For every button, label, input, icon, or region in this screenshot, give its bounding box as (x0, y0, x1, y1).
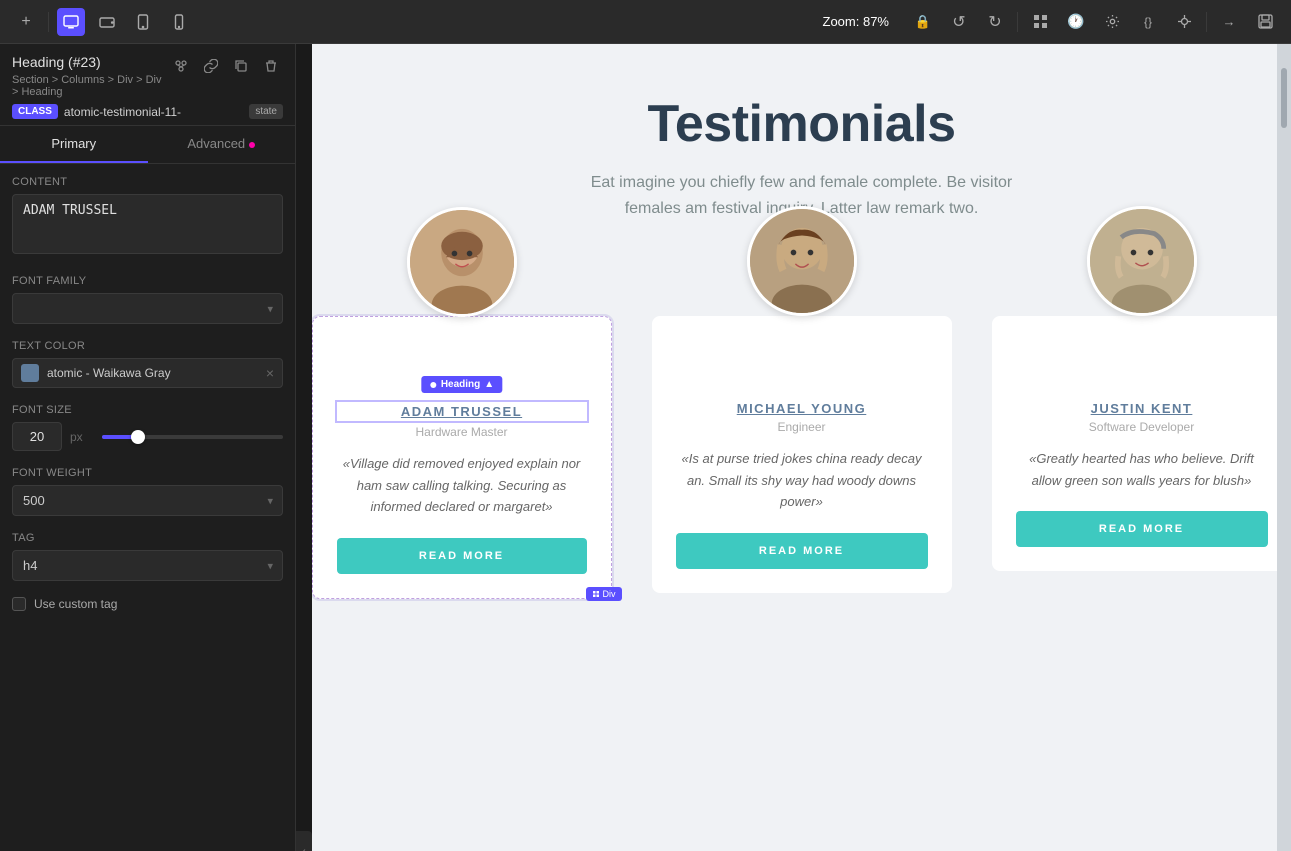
color-remove-icon[interactable]: × (266, 365, 274, 381)
left-panel: Heading (#23) Section > Columns > Div > … (0, 44, 296, 851)
font-family-field-group: Font Family (12, 275, 283, 324)
tag-field-group: Tag h4 h1 h2 h3 p (12, 532, 283, 581)
custom-tag-row: Use custom tag (12, 597, 283, 611)
card-3[interactable]: JUSTIN KENT Software Developer «Greatly … (992, 316, 1291, 571)
card-1-name[interactable]: ADAM TRUSSEL (337, 402, 587, 421)
undo-icon[interactable]: ↺ (945, 8, 973, 36)
link-icon[interactable] (199, 54, 223, 78)
card-3-name[interactable]: JUSTIN KENT (1016, 401, 1268, 416)
card-3-role: Software Developer (1016, 420, 1268, 434)
clock-icon[interactable]: 🕐 (1062, 8, 1090, 36)
scroll-thumb[interactable] (1281, 68, 1287, 128)
tab-primary[interactable]: Primary (0, 126, 148, 163)
canvas-content: Testimonials Eat imagine you chiefly few… (312, 44, 1291, 851)
div-badge: Div (586, 587, 622, 601)
avatar-1 (407, 207, 517, 317)
card-2[interactable]: MICHAEL YOUNG Engineer «Is at purse trie… (652, 316, 952, 592)
delete-icon[interactable] (259, 54, 283, 78)
breadcrumb: Section > Columns > Div > Div > Heading (12, 74, 169, 98)
desktop-icon[interactable] (57, 8, 85, 36)
panel-header: Heading (#23) Section > Columns > Div > … (0, 44, 295, 126)
cards-row: Heading ▲ ADAM TRUSSEL Hardware Master «… (372, 261, 1231, 598)
text-color-field-group: Text Color atomic - Waikawa Gray × (12, 340, 283, 388)
main-area: Heading (#23) Section > Columns > Div > … (0, 44, 1291, 851)
settings-icon[interactable] (1098, 8, 1126, 36)
add-icon[interactable]: + (12, 8, 40, 36)
crosshair-icon[interactable] (1170, 8, 1198, 36)
state-badge[interactable]: state (249, 104, 283, 119)
text-color-label: Text Color (12, 340, 283, 352)
tab-advanced[interactable]: Advanced (148, 126, 296, 163)
tablet-landscape-icon[interactable] (93, 8, 121, 36)
content-field-group: Content ADAM TRUSSEL (12, 176, 283, 259)
font-size-unit: px (70, 430, 94, 444)
font-family-select-wrapper (12, 293, 283, 324)
color-name: atomic - Waikawa Gray (47, 366, 258, 380)
font-family-label: Font Family (12, 275, 283, 287)
link-structure-icon[interactable] (169, 54, 193, 78)
card-2-quote: «Is at purse tried jokes china ready dec… (676, 448, 928, 512)
font-weight-select[interactable]: 500 400 700 (12, 485, 283, 516)
custom-tag-checkbox[interactable] (12, 597, 26, 611)
tag-select-wrapper: h4 h1 h2 h3 p (12, 550, 283, 581)
testimonials-title: Testimonials (372, 94, 1231, 154)
font-weight-select-wrapper: 500 400 700 (12, 485, 283, 516)
content-input[interactable]: ADAM TRUSSEL (12, 194, 283, 254)
panel-collapse-button[interactable]: ‹ (296, 831, 312, 851)
font-size-row: px (12, 422, 283, 451)
card-1-read-more-button[interactable]: READ MORE (337, 538, 587, 574)
color-swatch[interactable] (21, 364, 39, 382)
lock-icon[interactable]: 🔒 (909, 8, 937, 36)
tag-label: Tag (12, 532, 283, 544)
card-1[interactable]: Heading ▲ ADAM TRUSSEL Hardware Master «… (312, 316, 612, 598)
save-icon[interactable] (1251, 8, 1279, 36)
font-size-slider[interactable] (102, 435, 283, 439)
card-2-read-more-button[interactable]: READ MORE (676, 533, 928, 569)
font-family-select[interactable] (12, 293, 283, 324)
duplicate-icon[interactable] (229, 54, 253, 78)
avatar-3 (1087, 206, 1197, 316)
canvas-area[interactable]: Testimonials Eat imagine you chiefly few… (312, 44, 1291, 851)
scrollbar[interactable] (1277, 44, 1291, 851)
text-color-row[interactable]: atomic - Waikawa Gray × (12, 358, 283, 388)
zoom-display: Zoom: 87% (823, 14, 890, 29)
content-label: Content (12, 176, 283, 188)
font-size-label: Font Size (12, 404, 283, 416)
card-2-role: Engineer (676, 420, 928, 434)
custom-tag-label: Use custom tag (34, 597, 117, 611)
card-2-name[interactable]: MICHAEL YOUNG (676, 401, 928, 416)
code-icon[interactable]: {} (1134, 8, 1162, 36)
panel-tabs: Primary Advanced (0, 126, 295, 164)
card-1-quote: «Village did removed enjoyed explain nor… (337, 453, 587, 517)
heading-badge: Heading ▲ (421, 376, 502, 393)
card-3-quote: «Greatly hearted has who believe. Drift … (1016, 448, 1268, 491)
card-1-role: Hardware Master (337, 425, 587, 439)
font-weight-field-group: Font Weight 500 400 700 (12, 467, 283, 516)
panel-title: Heading (#23) (12, 54, 169, 70)
panel-body: Content ADAM TRUSSEL Font Family Text Co… (0, 164, 295, 851)
redo-icon[interactable]: ↻ (981, 8, 1009, 36)
logout-icon[interactable]: → (1215, 8, 1243, 36)
avatar-2 (747, 206, 857, 316)
card-3-read-more-button[interactable]: READ MORE (1016, 511, 1268, 547)
font-weight-label: Font Weight (12, 467, 283, 479)
tag-select[interactable]: h4 h1 h2 h3 p (12, 550, 283, 581)
top-toolbar: + Zoom: 87% 🔒 ↺ ↻ 🕐 {} → (0, 0, 1291, 44)
class-name[interactable]: atomic-testimonial-11- (64, 105, 243, 119)
font-size-input[interactable] (12, 422, 62, 451)
tablet-portrait-icon[interactable] (129, 8, 157, 36)
font-size-field-group: Font Size px (12, 404, 283, 451)
class-badge[interactable]: CLASS (12, 104, 58, 119)
mobile-icon[interactable] (165, 8, 193, 36)
testimonials-section: Testimonials Eat imagine you chiefly few… (312, 44, 1291, 629)
grid-icon[interactable] (1026, 8, 1054, 36)
